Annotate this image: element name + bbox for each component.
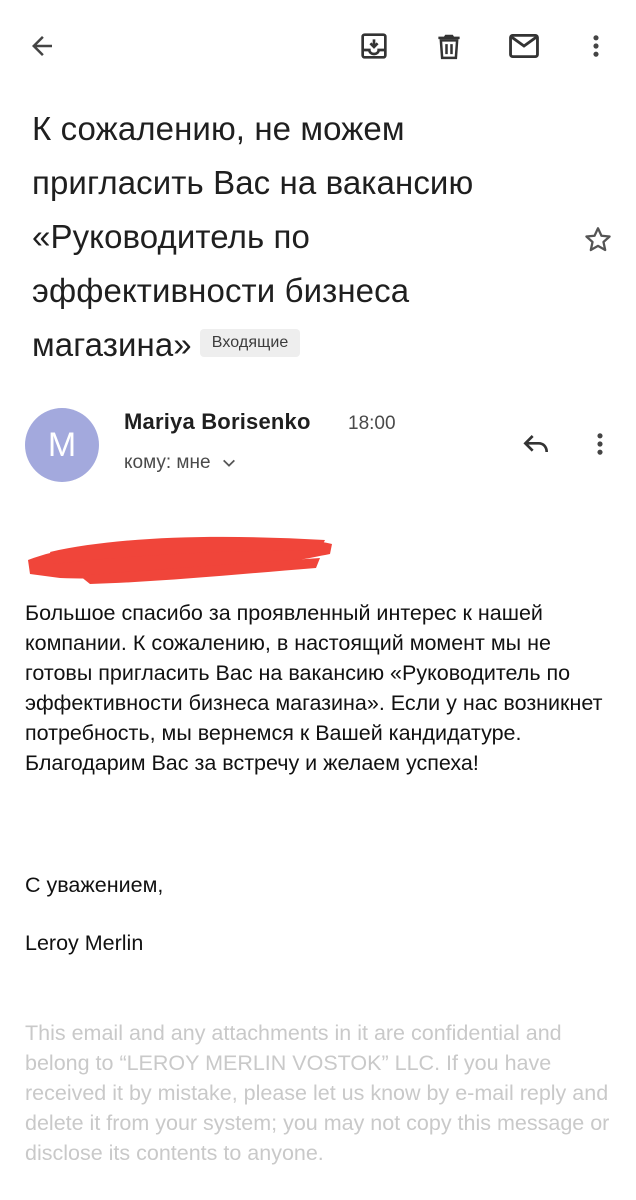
inbox-label-chip[interactable]: Входящие <box>199 329 301 358</box>
reply-button[interactable] <box>512 420 560 468</box>
reply-icon <box>523 435 548 453</box>
recipient-details-toggle[interactable]: кому: мне <box>124 452 237 474</box>
redacted-greeting <box>28 536 332 584</box>
more-vert-icon <box>593 35 599 57</box>
message-body: Большое спасибо за проявленный интерес к… <box>25 598 615 778</box>
email-subject: К сожалению, не можем пригласить Вас на … <box>32 102 552 372</box>
trash-icon <box>438 34 460 60</box>
message-more-button[interactable] <box>578 420 622 468</box>
delete-button[interactable] <box>425 22 473 70</box>
chevron-down-icon <box>222 459 235 467</box>
signature: Leroy Merlin <box>25 931 144 955</box>
top-toolbar <box>0 0 636 92</box>
mark-unread-button[interactable] <box>500 22 548 70</box>
more-vert-icon <box>597 433 603 455</box>
recipient-label: кому: мне <box>124 452 211 473</box>
sent-time: 18:00 <box>348 413 396 434</box>
archive-icon <box>361 33 387 59</box>
mail-icon <box>509 33 539 59</box>
body-thanks: Благодарим Вас за встречу и желаем успех… <box>25 751 479 775</box>
legal-disclaimer: This email and any attachments in it are… <box>25 1021 610 1165</box>
sender-name: Mariya Borisenko <box>124 409 311 434</box>
subject-text: К сожалению, не можем пригласить Вас на … <box>32 110 474 363</box>
body-paragraph: Большое спасибо за проявленный интерес к… <box>25 601 603 745</box>
arrow-back-icon <box>32 36 52 56</box>
email-view: К сожалению, не можем пригласить Вас на … <box>0 0 636 1200</box>
star-button[interactable] <box>576 218 620 262</box>
sender-avatar[interactable]: M <box>25 408 99 482</box>
more-options-button[interactable] <box>572 22 620 70</box>
star-outline-icon <box>585 227 611 252</box>
back-button[interactable] <box>18 22 66 70</box>
archive-button[interactable] <box>350 22 398 70</box>
closing-line: С уважением, <box>25 873 164 897</box>
